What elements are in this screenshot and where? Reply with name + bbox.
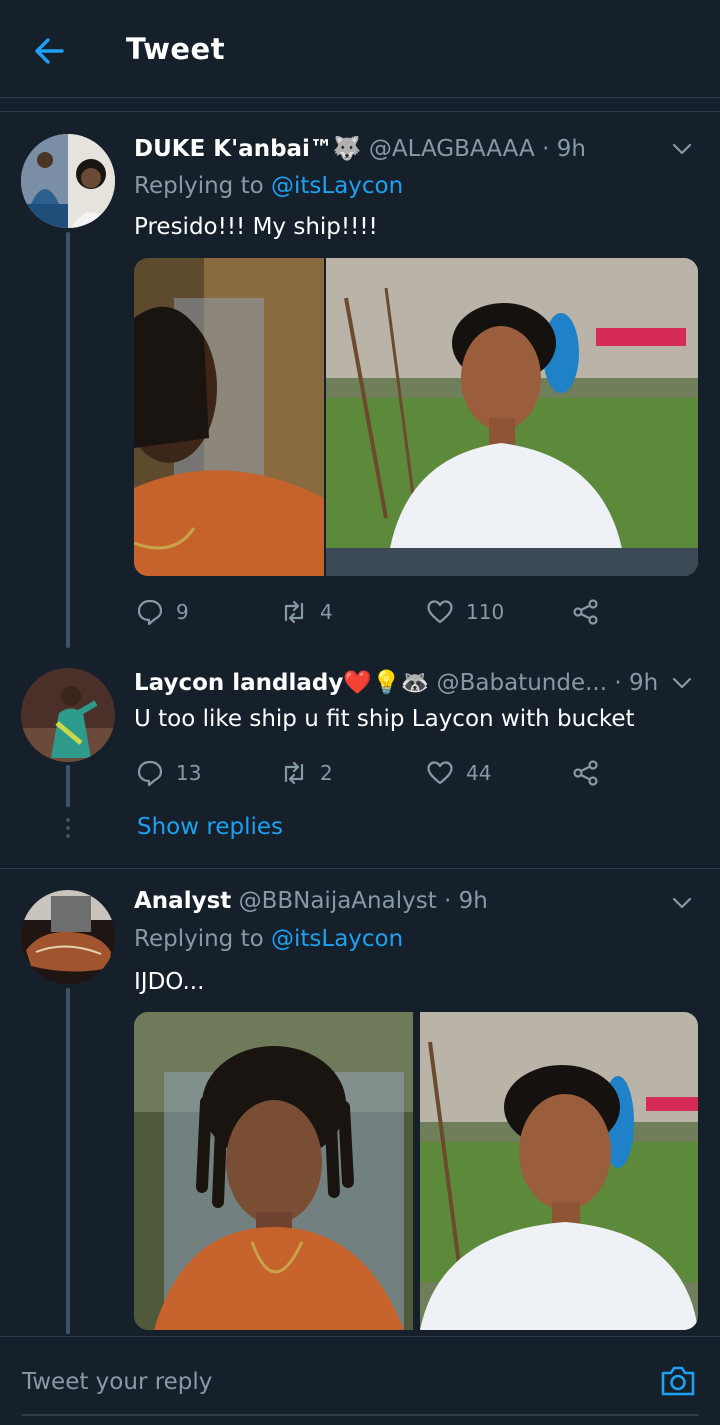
show-replies-link[interactable]: Show replies <box>137 814 283 840</box>
tweet-text: IJDO... <box>134 969 205 995</box>
tweet-text: Presido!!! My ship!!!! <box>134 214 378 240</box>
tweet-media[interactable] <box>134 1012 698 1330</box>
reply-action[interactable]: 13 <box>136 759 201 787</box>
avatar[interactable] <box>21 668 115 762</box>
tweet-media[interactable] <box>134 258 698 576</box>
avatar[interactable] <box>21 134 115 228</box>
like-count: 44 <box>466 761 492 785</box>
replying-to-handle[interactable]: @itsLaycon <box>271 926 403 952</box>
separator: · <box>444 888 452 914</box>
retweet-action[interactable]: 2 <box>280 759 333 787</box>
tweet-header: Laycon landlady❤️💡🦝 @Babatunde... · 9h <box>134 669 658 696</box>
reply-composer: Tweet your reply <box>0 1336 720 1425</box>
chevron-down-icon[interactable] <box>670 671 694 695</box>
display-name[interactable]: DUKE K'anbai™🐺 <box>134 136 362 162</box>
handle: @ALAGBAAAA <box>368 136 535 162</box>
divider <box>0 868 720 869</box>
heart-icon <box>427 761 453 785</box>
arrow-left-icon[interactable] <box>32 34 66 68</box>
share-action[interactable] <box>572 598 600 626</box>
top-bar: Tweet <box>0 0 720 98</box>
like-count: 110 <box>466 600 505 624</box>
thread-line <box>66 232 70 648</box>
retweet-icon <box>284 761 304 785</box>
tweet-header: DUKE K'anbai™🐺 @ALAGBAAAA · 9h <box>134 135 586 162</box>
media-image[interactable] <box>420 1012 698 1330</box>
avatar-image <box>21 890 115 984</box>
reply-input[interactable]: Tweet your reply <box>22 1369 212 1395</box>
media-image[interactable] <box>326 258 698 576</box>
display-name[interactable]: Analyst <box>134 888 231 914</box>
reply-icon <box>137 760 163 787</box>
tweet-text: U too like ship u fit ship Laycon with b… <box>134 706 635 732</box>
avatar-image <box>21 668 115 762</box>
chevron-down-icon[interactable] <box>670 137 694 161</box>
handle: @Babatunde... <box>436 670 608 696</box>
tweet-header: Analyst @BBNaijaAnalyst · 9h <box>134 888 488 914</box>
avatar[interactable] <box>21 890 115 984</box>
replying-to-label: Replying to <box>134 173 264 199</box>
page-title: Tweet <box>126 32 226 66</box>
retweet-action[interactable]: 4 <box>280 598 333 626</box>
replying-to-label: Replying to <box>134 926 264 952</box>
replying-to: Replying to @itsLaycon <box>134 926 403 952</box>
retweet-icon <box>284 600 304 624</box>
replying-to-handle[interactable]: @itsLaycon <box>271 173 403 199</box>
retweet-count: 2 <box>320 761 333 785</box>
media-image[interactable] <box>134 1012 413 1330</box>
thread-dots <box>66 818 70 842</box>
timestamp: 9h <box>458 888 488 914</box>
replying-to: Replying to @itsLaycon <box>134 173 403 199</box>
thread-line <box>66 988 70 1334</box>
timestamp: 9h <box>556 136 586 162</box>
share-action[interactable] <box>572 759 600 787</box>
divider <box>0 111 720 112</box>
reply-icon <box>137 599 163 626</box>
like-action[interactable]: 110 <box>426 598 504 626</box>
avatar-image <box>21 134 115 228</box>
thread-line <box>66 765 70 807</box>
retweet-count: 4 <box>320 600 333 624</box>
display-name[interactable]: Laycon landlady❤️💡🦝 <box>134 670 429 696</box>
separator: · <box>542 136 550 162</box>
reply-count: 13 <box>176 761 202 785</box>
divider <box>22 1414 698 1416</box>
heart-icon <box>427 600 453 624</box>
reply-action[interactable]: 9 <box>136 598 189 626</box>
chevron-down-icon[interactable] <box>670 891 694 915</box>
camera-icon[interactable] <box>659 1362 697 1400</box>
handle: @BBNaijaAnalyst <box>238 888 437 914</box>
separator: · <box>614 670 622 696</box>
share-icon <box>573 599 598 625</box>
like-action[interactable]: 44 <box>426 759 491 787</box>
media-image[interactable] <box>134 258 324 576</box>
share-icon <box>573 760 598 786</box>
reply-count: 9 <box>176 600 189 624</box>
timestamp: 9h <box>628 670 659 696</box>
